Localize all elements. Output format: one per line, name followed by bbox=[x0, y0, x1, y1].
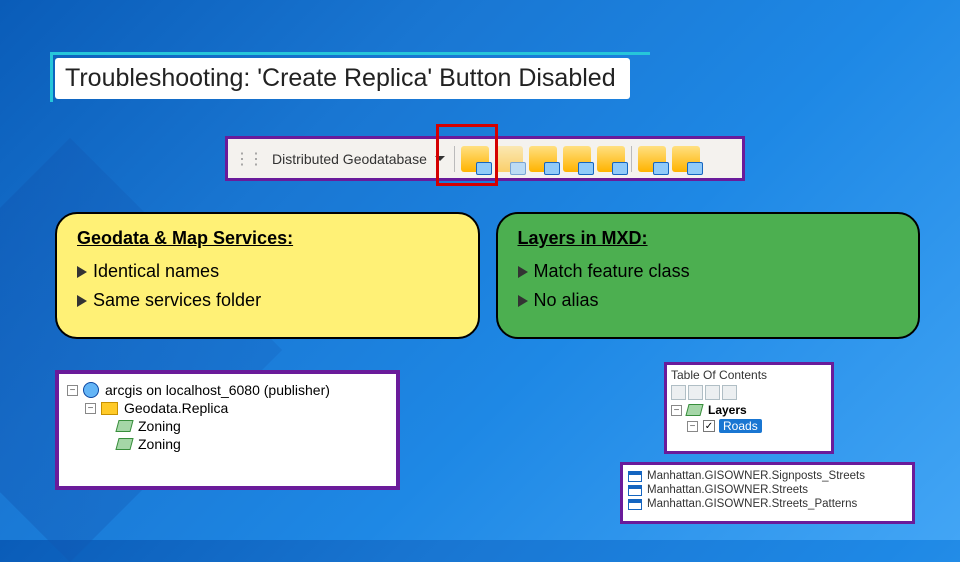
toc-view-icon[interactable] bbox=[705, 385, 720, 400]
bullet-icon bbox=[77, 266, 87, 278]
geodata-services-card: Geodata & Map Services: Identical names … bbox=[55, 212, 480, 339]
collapse-icon[interactable]: − bbox=[85, 403, 96, 414]
toc-view-icon[interactable] bbox=[671, 385, 686, 400]
collapse-icon[interactable]: − bbox=[671, 405, 682, 416]
table-of-contents-panel: Table Of Contents − Layers − ✓ Roads bbox=[664, 362, 834, 454]
checkbox-icon[interactable]: ✓ bbox=[703, 420, 715, 432]
tree-service-row[interactable]: Zoning bbox=[67, 418, 388, 434]
bullet-list: Identical names Same services folder bbox=[77, 261, 458, 311]
bullet-icon bbox=[518, 295, 528, 307]
table-icon bbox=[628, 471, 642, 482]
layers-icon bbox=[685, 404, 703, 416]
collapse-icon[interactable]: − bbox=[67, 385, 78, 396]
card-heading: Geodata & Map Services: bbox=[77, 228, 458, 249]
bullet-icon bbox=[77, 295, 87, 307]
service-icon bbox=[115, 420, 133, 432]
toolbar-icon-4[interactable] bbox=[563, 146, 591, 172]
feature-class-row[interactable]: Manhattan.GISOWNER.Signposts_Streets bbox=[628, 470, 907, 482]
tree-server-row[interactable]: − arcgis on localhost_6080 (publisher) bbox=[67, 382, 388, 398]
feature-class-row[interactable]: Manhattan.GISOWNER.Streets_Patterns bbox=[628, 498, 907, 510]
server-icon bbox=[83, 382, 99, 398]
toc-title: Table Of Contents bbox=[671, 368, 827, 382]
selected-layer[interactable]: Roads bbox=[719, 419, 762, 433]
bullet-item: Identical names bbox=[77, 261, 458, 282]
bullet-item: Match feature class bbox=[518, 261, 899, 282]
feature-class-panel: Manhattan.GISOWNER.Signposts_Streets Man… bbox=[620, 462, 915, 524]
toc-view-icon[interactable] bbox=[688, 385, 703, 400]
toolbar-icon-5[interactable] bbox=[597, 146, 625, 172]
toc-layer-row[interactable]: − ✓ Roads bbox=[671, 419, 827, 433]
table-icon bbox=[628, 499, 642, 510]
service-icon bbox=[115, 438, 133, 450]
layers-mxd-card: Layers in MXD: Match feature class No al… bbox=[496, 212, 921, 339]
toc-view-icons bbox=[671, 385, 827, 400]
toolbar-icon-2[interactable] bbox=[495, 146, 523, 172]
tree-folder-row[interactable]: − Geodata.Replica bbox=[67, 400, 388, 416]
slide-title: Troubleshooting: 'Create Replica' Button… bbox=[55, 58, 630, 99]
highlight-box bbox=[436, 124, 498, 186]
table-icon bbox=[628, 485, 642, 496]
toolbar-label: Distributed Geodatabase bbox=[262, 151, 435, 167]
toolbar-icon-6[interactable] bbox=[638, 146, 666, 172]
bullet-list: Match feature class No alias bbox=[518, 261, 899, 311]
toolbar-icon-3[interactable] bbox=[529, 146, 557, 172]
bullet-item: Same services folder bbox=[77, 290, 458, 311]
folder-icon bbox=[101, 402, 118, 415]
toc-group-row[interactable]: − Layers bbox=[671, 403, 827, 417]
info-cards: Geodata & Map Services: Identical names … bbox=[55, 212, 920, 339]
toolbar-icon-7[interactable] bbox=[672, 146, 700, 172]
card-heading: Layers in MXD: bbox=[518, 228, 899, 249]
feature-class-row[interactable]: Manhattan.GISOWNER.Streets bbox=[628, 484, 907, 496]
bullet-icon bbox=[518, 266, 528, 278]
bullet-item: No alias bbox=[518, 290, 899, 311]
tree-service-row[interactable]: Zoning bbox=[67, 436, 388, 452]
toc-view-icon[interactable] bbox=[722, 385, 737, 400]
collapse-icon[interactable]: − bbox=[687, 421, 698, 432]
separator bbox=[631, 146, 632, 172]
catalog-tree-panel: − arcgis on localhost_6080 (publisher) −… bbox=[55, 370, 400, 490]
drag-handle-icon: ⋮⋮ bbox=[234, 149, 262, 169]
